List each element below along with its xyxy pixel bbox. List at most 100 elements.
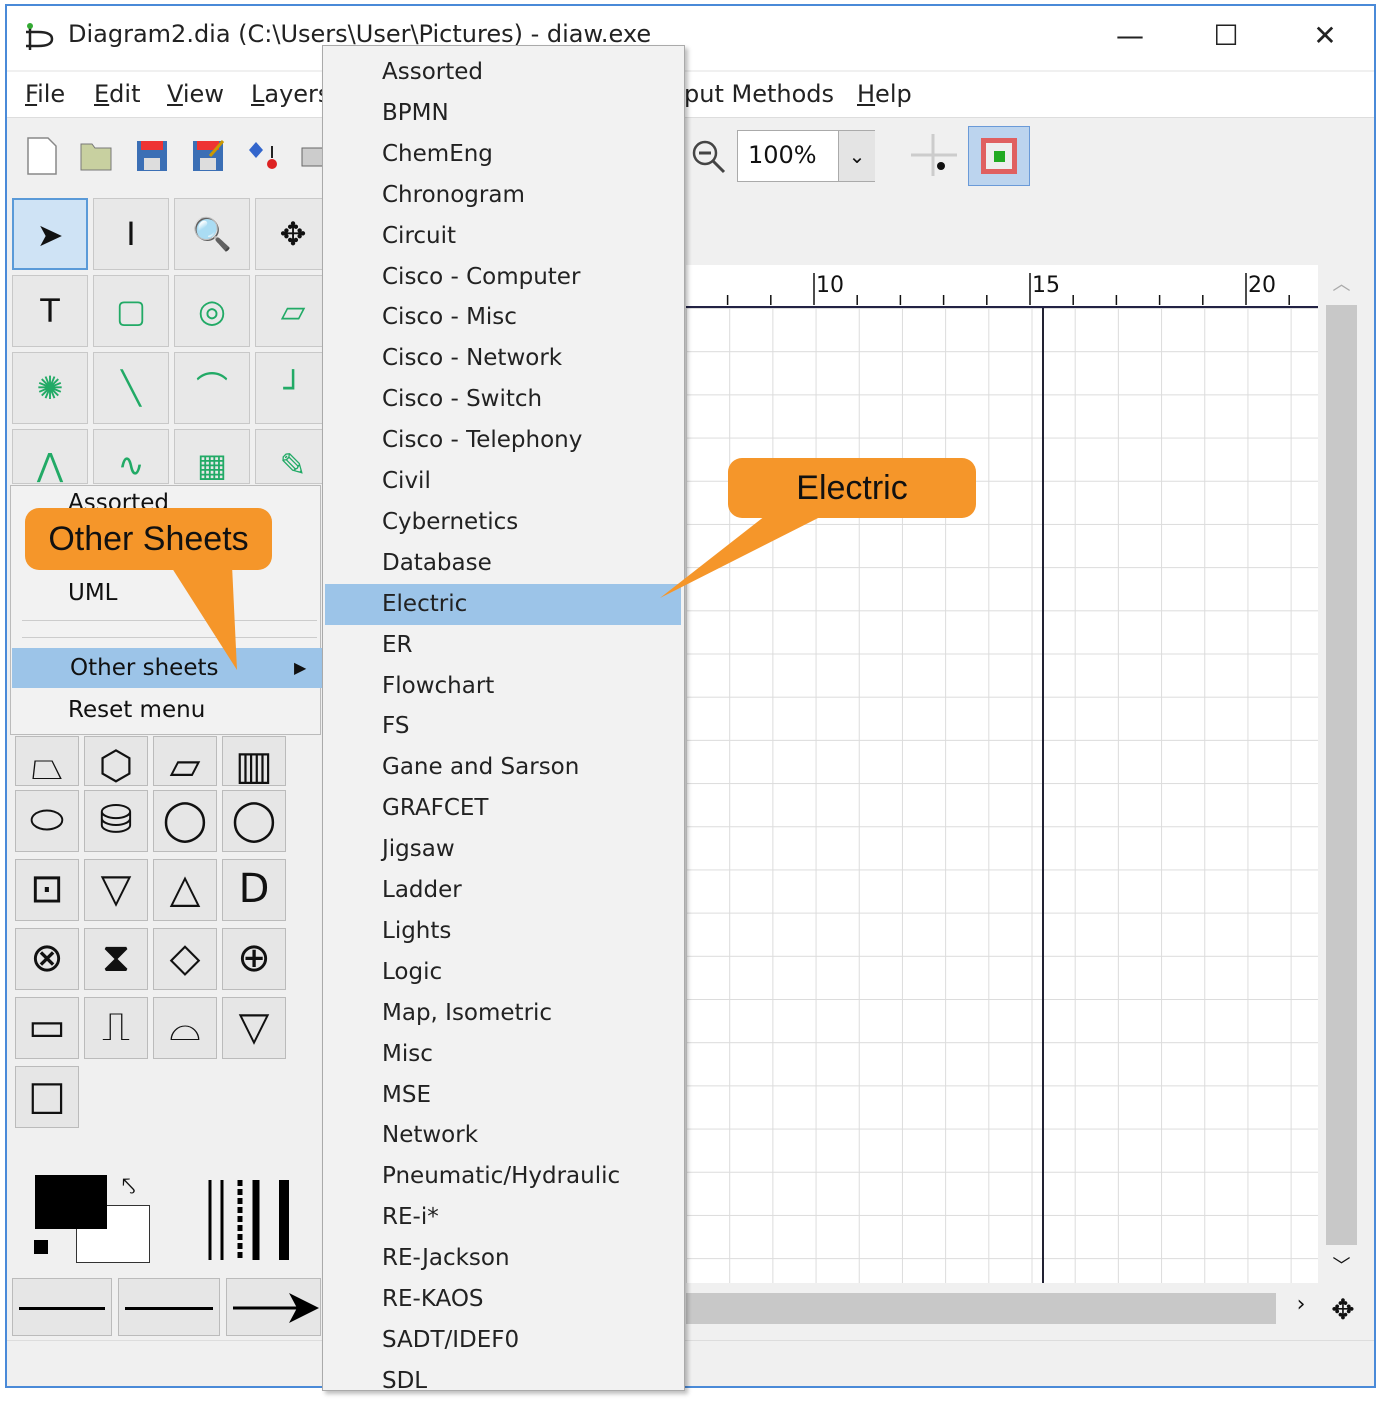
submenu-item[interactable]: Lights [325, 911, 681, 952]
polygon-tool-icon[interactable]: ▱ [255, 275, 331, 347]
diagram-canvas[interactable] [686, 308, 1318, 1283]
submenu-item[interactable]: BPMN [325, 93, 681, 134]
navigate-icon[interactable]: ✥ [1328, 1293, 1358, 1326]
line-width-icon[interactable] [200, 1175, 300, 1265]
menu-item-other-sheets[interactable]: Other sheets ▶ [12, 648, 322, 688]
submenu-item[interactable]: ER [325, 625, 681, 666]
arc-tool-icon[interactable]: ⌒ [174, 352, 250, 424]
reset-colors-icon[interactable] [34, 1240, 58, 1262]
submenu-item[interactable]: Misc [325, 1034, 681, 1075]
snap-to-objects-button[interactable] [968, 126, 1030, 186]
menu-item-uml[interactable]: UML [10, 573, 320, 613]
submenu-item[interactable]: Database [325, 543, 681, 584]
export-icon[interactable] [246, 136, 282, 176]
submenu-item[interactable]: Logic [325, 952, 681, 993]
box-tool-icon[interactable]: ▢ [93, 275, 169, 347]
menu-layers[interactable]: Layers [251, 80, 330, 108]
submenu-item[interactable]: Network [325, 1115, 681, 1156]
offline-storage-shape-icon[interactable]: ▽ [222, 997, 286, 1059]
internal-storage-shape-icon[interactable]: ⊡ [15, 859, 79, 921]
polyline-tool-icon[interactable]: ⋀ [12, 429, 88, 484]
submenu-item[interactable]: Flowchart [325, 666, 681, 707]
submenu-item[interactable]: GRAFCET [325, 788, 681, 829]
submenu-item[interactable]: Cisco - Telephony [325, 420, 681, 461]
merge-shape-icon[interactable]: ▽ [84, 859, 148, 921]
start-arrow-button[interactable] [12, 1278, 112, 1336]
submenu-item[interactable]: Electric [325, 583, 681, 625]
menu-help[interactable]: Help [857, 80, 912, 108]
snap-to-grid-icon[interactable] [905, 130, 961, 180]
submenu-item[interactable]: Cisco - Switch [325, 379, 681, 420]
submenu-item[interactable]: Cisco - Misc [325, 297, 681, 338]
scroll-right-icon[interactable]: › [1286, 1292, 1316, 1325]
ellipse-tool-icon[interactable]: ◎ [174, 275, 250, 347]
submenu-item[interactable]: Gane and Sarson [325, 747, 681, 788]
scroll-up-icon[interactable]: ︿ [1325, 270, 1358, 302]
zoom-out-icon[interactable] [690, 138, 728, 176]
submenu-item[interactable]: SDL [325, 1361, 681, 1402]
menu-item-reset-menu[interactable]: Reset menu [10, 690, 320, 730]
process-shape-icon[interactable]: □ [15, 1066, 79, 1128]
collate-shape-icon[interactable]: ⧗ [84, 928, 148, 990]
submenu-item[interactable]: MSE [325, 1075, 681, 1116]
submenu-item[interactable]: RE-Jackson [325, 1238, 681, 1279]
menu-input-methods[interactable]: put Methods [684, 80, 834, 108]
predefined-process-shape-icon[interactable]: ▥ [222, 736, 286, 786]
save-as-icon[interactable] [190, 136, 226, 176]
beziergon-tool-icon[interactable]: ✺ [12, 352, 88, 424]
extract-shape-icon[interactable]: △ [153, 859, 217, 921]
submenu-item[interactable]: RE-i* [325, 1197, 681, 1238]
submenu-item[interactable]: Circuit [325, 216, 681, 257]
magnetic-disk-shape-icon[interactable]: ⛁ [84, 790, 148, 852]
submenu-item[interactable]: Assorted [325, 52, 681, 93]
delay-shape-icon[interactable]: D [222, 859, 286, 921]
direct-access-storage-shape-icon[interactable]: ◯ [153, 790, 217, 852]
display-shape-icon[interactable]: ▭ [15, 997, 79, 1059]
horizontal-scrollbar[interactable]: › [686, 1292, 1318, 1325]
new-file-icon[interactable] [24, 136, 60, 176]
manual-operation-shape-icon[interactable]: ⏢ [15, 736, 79, 786]
vertical-scroll-thumb[interactable] [1326, 305, 1357, 1245]
menu-item-assorted[interactable]: Assorted [10, 488, 320, 508]
terminal-shape-icon[interactable]: ⬭ [15, 790, 79, 852]
text-tool-icon[interactable]: T [12, 275, 88, 347]
menu-edit[interactable]: Edit [94, 80, 140, 108]
submenu-item[interactable]: Chronogram [325, 175, 681, 216]
menu-file[interactable]: File [25, 80, 65, 108]
vertical-scrollbar[interactable]: ︿ ﹀ [1325, 270, 1358, 1280]
document-shape-icon[interactable]: ⎍ [84, 997, 148, 1059]
open-folder-icon[interactable] [78, 136, 114, 176]
menu-view[interactable]: View [167, 80, 224, 108]
bezier-line-tool-icon[interactable]: ∿ [93, 429, 169, 484]
horizontal-scroll-thumb[interactable] [686, 1293, 1276, 1324]
submenu-item[interactable]: Cisco - Computer [325, 257, 681, 298]
preparation-shape-icon[interactable]: ⬡ [84, 736, 148, 786]
close-button[interactable]: ✕ [1295, 14, 1355, 58]
submenu-item[interactable]: Jigsaw [325, 829, 681, 870]
submenu-item[interactable]: Civil [325, 461, 681, 502]
maximize-button[interactable]: ☐ [1196, 14, 1256, 58]
swap-colors-icon[interactable]: ⤣ [122, 1172, 136, 1200]
line-tool-icon[interactable]: ╲ [93, 352, 169, 424]
zigzag-line-tool-icon[interactable]: ┘ [255, 352, 331, 424]
decision-shape-icon[interactable]: ◇ [153, 928, 217, 990]
save-icon[interactable] [134, 136, 170, 176]
connector-shape-icon[interactable]: ◯ [222, 790, 286, 852]
submenu-item[interactable]: ChemEng [325, 134, 681, 175]
outline-tool-icon[interactable]: ✎ [255, 429, 331, 484]
submenu-item[interactable]: Map, Isometric [325, 993, 681, 1034]
end-arrow-icon[interactable] [226, 1278, 321, 1336]
line-style-button[interactable] [118, 1278, 220, 1336]
pointer-tool-icon[interactable]: ➤ [12, 198, 88, 270]
submenu-item[interactable]: Ladder [325, 870, 681, 911]
or-shape-icon[interactable]: ⊕ [222, 928, 286, 990]
magnify-tool-icon[interactable]: 🔍 [174, 198, 250, 270]
scroll-down-icon[interactable]: ﹀ [1325, 1252, 1358, 1280]
minimize-button[interactable]: — [1100, 14, 1160, 58]
submenu-item[interactable]: FS [325, 706, 681, 747]
text-edit-tool-icon[interactable]: I [93, 198, 169, 270]
zoom-select[interactable]: 100% ⌄ [737, 130, 875, 182]
image-tool-icon[interactable]: ▦ [174, 429, 250, 484]
submenu-item[interactable]: Pneumatic/Hydraulic [325, 1156, 681, 1197]
scroll-tool-icon[interactable]: ✥ [255, 198, 331, 270]
